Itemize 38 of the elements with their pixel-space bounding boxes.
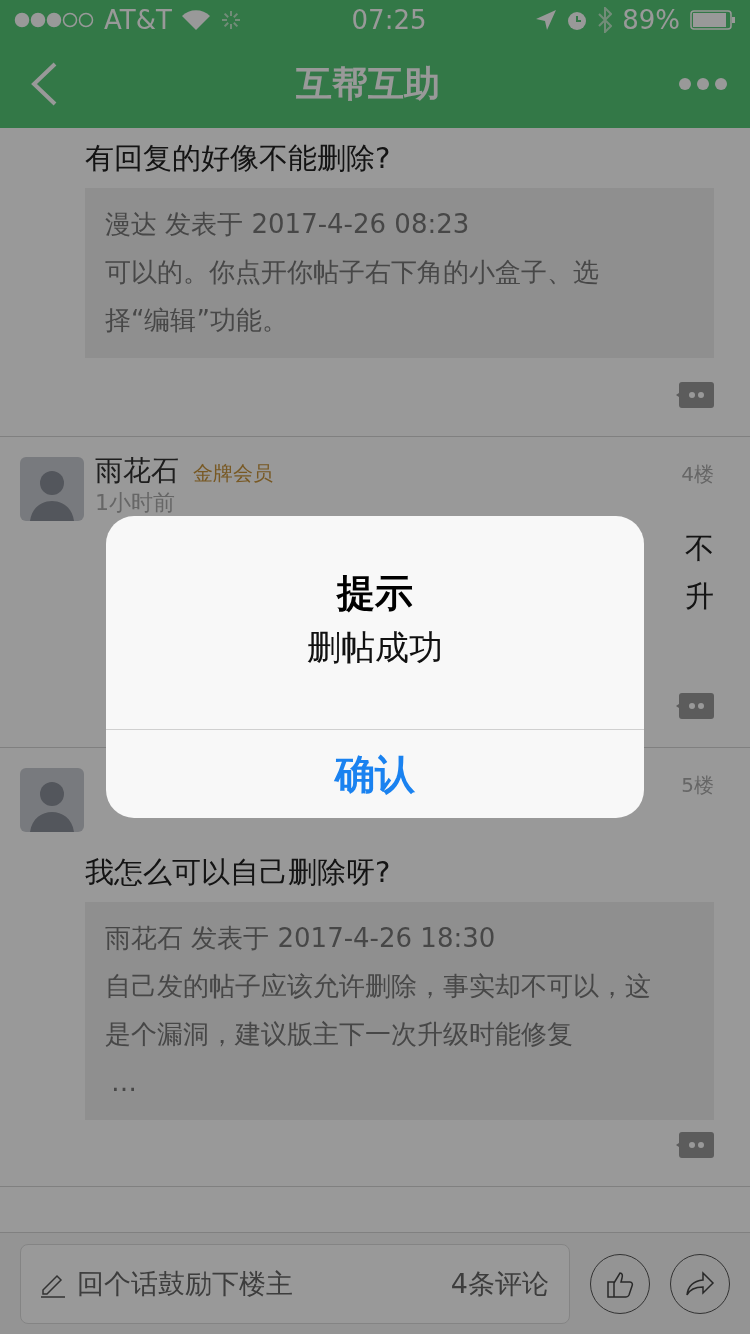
battery-percent: 89% <box>622 5 680 35</box>
back-icon[interactable] <box>30 62 58 106</box>
avatar <box>20 457 84 521</box>
comment-icon[interactable] <box>676 693 714 719</box>
reply-text: 升 <box>685 578 714 615</box>
reply-text: 有回复的好像不能删除? <box>85 140 392 177</box>
author-name: 雨花石 <box>95 457 179 485</box>
reply-field[interactable]: 回个话鼓励下楼主 4条评论 <box>20 1243 570 1324</box>
signal-icon <box>14 12 94 28</box>
wifi-icon <box>181 10 210 30</box>
page-title: 互帮互助 <box>295 61 441 106</box>
reply-text: 我怎么可以自己删除呀? <box>85 854 392 891</box>
dialog-message: 删帖成功 <box>307 626 443 669</box>
more-icon[interactable] <box>678 77 728 91</box>
dialog-title: 提示 <box>337 570 413 617</box>
alarm-icon <box>566 9 589 31</box>
status-time: 07:25 <box>351 5 427 35</box>
quote-more: … <box>110 1066 138 1099</box>
quote-text: 是个漏洞，建议版主下一次升级时能修复 <box>105 1018 574 1051</box>
confirm-button[interactable]: 确认 <box>106 730 644 818</box>
location-icon <box>536 10 557 30</box>
like-button[interactable] <box>590 1253 650 1314</box>
loading-icon <box>219 9 242 31</box>
quote-text: 可以的。你点开你帖子右下角的小盒子、选 <box>105 256 600 289</box>
comment-icon[interactable] <box>676 382 714 408</box>
bluetooth-icon <box>598 7 613 33</box>
quote-text: 自己发的帖子应该允许删除，事实却不可以，这 <box>105 970 652 1003</box>
comment-count: 4条评论 <box>450 1266 549 1301</box>
carrier-name: AT&T <box>104 5 172 35</box>
member-level-label: 金牌会员 <box>193 460 273 487</box>
battery-icon <box>690 10 736 30</box>
avatar <box>20 768 84 832</box>
share-icon <box>685 1270 715 1297</box>
quote-text: 择“编辑”功能。 <box>105 304 289 337</box>
quote-author-line: 漫达 发表于 2017-4-26 08:23 <box>105 208 471 241</box>
quote-author-line: 雨花石 发表于 2017-4-26 18:30 <box>105 922 497 955</box>
reply-text: 不 <box>685 530 714 567</box>
comment-icon[interactable] <box>676 1132 714 1158</box>
